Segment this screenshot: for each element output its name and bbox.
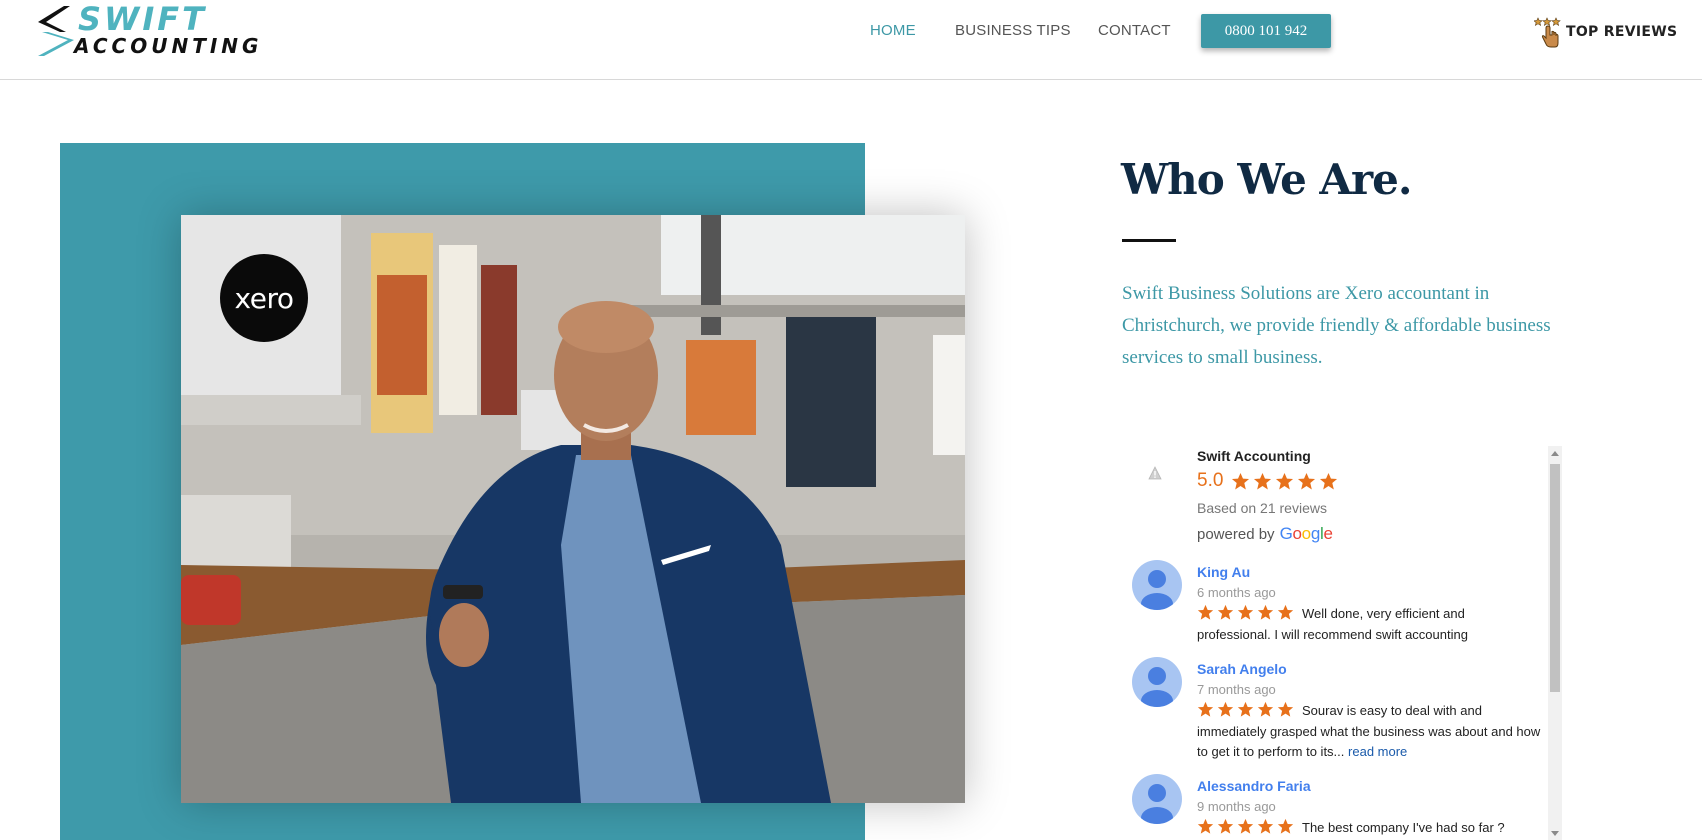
star-icon <box>1277 818 1294 834</box>
star-icon <box>1257 818 1274 834</box>
read-more-link[interactable]: read more <box>1348 744 1407 759</box>
star-icon <box>1276 472 1294 489</box>
review-text: The best company I've had so far ? <box>1302 820 1505 835</box>
reviewer-avatar[interactable] <box>1132 657 1182 707</box>
star-icon <box>1217 818 1234 834</box>
scroll-up-arrow-icon[interactable] <box>1551 451 1559 456</box>
chevron-logo-icon <box>38 6 74 56</box>
three-stars-pointing-hand-icon <box>1534 17 1561 48</box>
review-body: The best company I've had so far ? <box>1197 818 1542 839</box>
star-icon <box>1197 818 1214 834</box>
intro-paragraph: Swift Business Solutions are Xero accoun… <box>1122 283 1551 368</box>
powered-by-google: powered by Google <box>1197 524 1333 544</box>
review-body: Sourav is easy to deal with and immediat… <box>1197 701 1542 763</box>
site-header: SWIFT ACCOUNTING HOME BUSINESS TIPS CONT… <box>0 0 1702 80</box>
reviewer-avatar[interactable] <box>1132 560 1182 610</box>
review-count: Based on 21 reviews <box>1197 500 1327 516</box>
phone-call-button[interactable]: 0800 101 942 <box>1201 14 1331 48</box>
star-icon <box>1257 701 1274 717</box>
review-stars <box>1197 818 1294 835</box>
review-time: 6 months ago <box>1197 585 1276 600</box>
top-reviews-badge[interactable]: TOP REVIEWS <box>1534 16 1677 48</box>
star-icon <box>1277 701 1294 717</box>
google-reviews-widget[interactable]: Swift Accounting 5.0 Based on 21 reviews… <box>1122 444 1562 840</box>
star-icon <box>1217 604 1234 620</box>
logo-word-swift: SWIFT <box>78 0 207 38</box>
default-user-icon <box>1141 784 1173 824</box>
widget-scrollbar[interactable] <box>1548 446 1562 840</box>
reviewer-name[interactable]: Sarah Angelo <box>1197 661 1287 677</box>
star-icon <box>1197 604 1214 620</box>
review-stars <box>1197 701 1294 718</box>
business-name[interactable]: Swift Accounting <box>1197 448 1311 464</box>
review-time: 7 months ago <box>1197 682 1276 697</box>
star-icon <box>1257 604 1274 620</box>
reviewer-name[interactable]: Alessandro Faria <box>1197 778 1311 794</box>
xero-logo-badge: xero <box>220 254 308 342</box>
reviewer-name[interactable]: King Au <box>1197 564 1250 580</box>
star-icon <box>1277 604 1294 620</box>
xero-badge-text: xero <box>234 281 294 315</box>
scroll-down-arrow-icon[interactable] <box>1551 831 1559 836</box>
star-icon <box>1320 472 1338 489</box>
reviewer-avatar[interactable] <box>1132 774 1182 824</box>
top-reviews-label: TOP REVIEWS <box>1566 24 1678 40</box>
overall-rating: 5.0 <box>1197 470 1338 492</box>
star-icon <box>1197 701 1214 717</box>
overall-stars <box>1231 472 1338 491</box>
star-icon <box>1298 472 1316 489</box>
logo-word-accounting: ACCOUNTING <box>74 34 263 58</box>
page-title: Who We Are. <box>1121 155 1412 204</box>
review-stars <box>1197 604 1294 621</box>
star-icon <box>1217 701 1234 717</box>
rating-value: 5.0 <box>1197 470 1224 491</box>
star-icon <box>1232 472 1250 489</box>
star-icon <box>1237 604 1254 620</box>
default-user-icon <box>1141 667 1173 707</box>
business-image-placeholder-icon <box>1148 466 1162 480</box>
owner-photo: xero <box>181 215 965 803</box>
nav-home-link[interactable]: HOME <box>870 22 916 39</box>
review-time: 9 months ago <box>1197 799 1276 814</box>
star-icon <box>1237 818 1254 834</box>
title-underline-divider <box>1122 239 1176 242</box>
powered-by-text: powered by <box>1197 526 1275 543</box>
review-body: Well done, very efficient and profession… <box>1197 604 1542 645</box>
scrollbar-thumb[interactable] <box>1550 464 1560 692</box>
default-user-icon <box>1141 570 1173 610</box>
nav-business-tips-link[interactable]: BUSINESS TIPS <box>955 22 1071 39</box>
swift-accounting-logo[interactable]: SWIFT ACCOUNTING <box>34 0 274 58</box>
google-logo: Google <box>1279 524 1333 543</box>
star-icon <box>1254 472 1272 489</box>
nav-contact-link[interactable]: CONTACT <box>1098 22 1171 39</box>
star-icon <box>1237 701 1254 717</box>
